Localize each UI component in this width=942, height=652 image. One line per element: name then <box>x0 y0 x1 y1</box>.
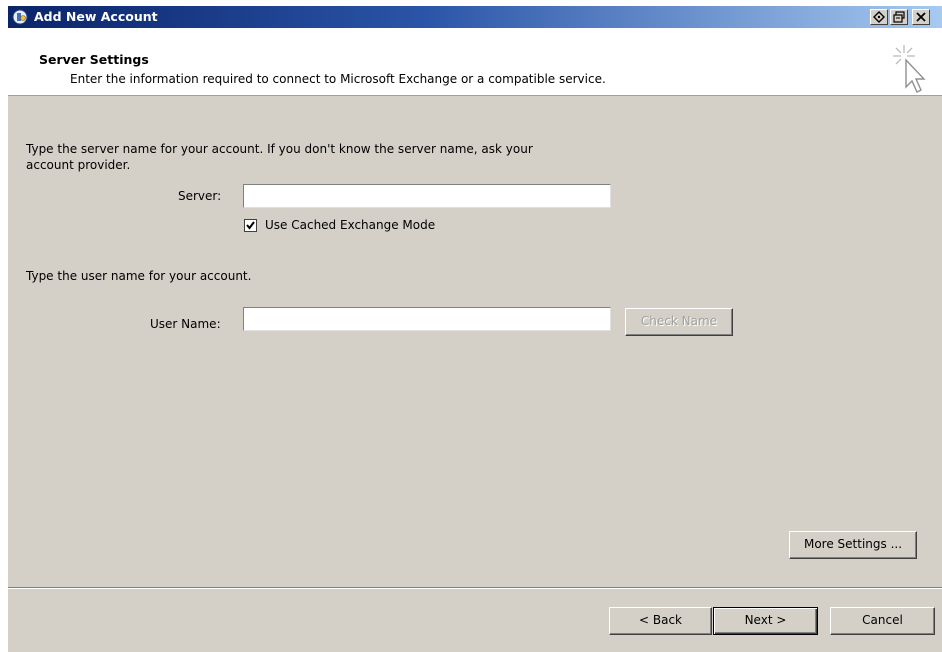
check-name-button[interactable]: Check Name <box>625 308 733 336</box>
cached-mode-label[interactable]: Use Cached Exchange Mode <box>265 218 435 232</box>
cached-mode-checkbox[interactable] <box>244 219 257 232</box>
close-icon <box>916 12 926 22</box>
footer-separator-highlight <box>8 588 942 589</box>
user-name-label: User Name: <box>150 317 221 331</box>
more-settings-button[interactable]: More Settings ... <box>789 531 917 559</box>
dialog-header: Server Settings Enter the information re… <box>8 28 942 96</box>
user-instruction: Type the user name for your account. <box>26 269 252 283</box>
cancel-button[interactable]: Cancel <box>830 607 935 635</box>
next-button[interactable]: Next > <box>713 607 818 635</box>
window-title: Add New Account <box>34 9 158 24</box>
close-button[interactable] <box>912 9 930 25</box>
restore-button[interactable] <box>890 9 908 25</box>
help-icon <box>873 11 885 23</box>
server-label: Server: <box>178 189 222 203</box>
title-bar[interactable]: Add New Account <box>8 6 942 28</box>
cursor-sparkle-icon <box>893 45 926 93</box>
user-name-input[interactable] <box>243 307 611 331</box>
server-instruction-line1: Type the server name for your account. I… <box>26 142 533 156</box>
outlook-account-icon <box>12 9 28 25</box>
header-title: Server Settings <box>39 52 149 67</box>
restore-icon <box>893 11 905 23</box>
server-instruction-line2: account provider. <box>26 158 131 172</box>
checkmark-icon <box>246 221 255 230</box>
help-button[interactable] <box>870 9 888 25</box>
back-button[interactable]: < Back <box>609 607 712 635</box>
server-input[interactable] <box>243 184 611 208</box>
add-account-dialog: Add New Account Server Settings Enter th… <box>8 6 942 652</box>
header-subtitle: Enter the information required to connec… <box>70 72 606 86</box>
